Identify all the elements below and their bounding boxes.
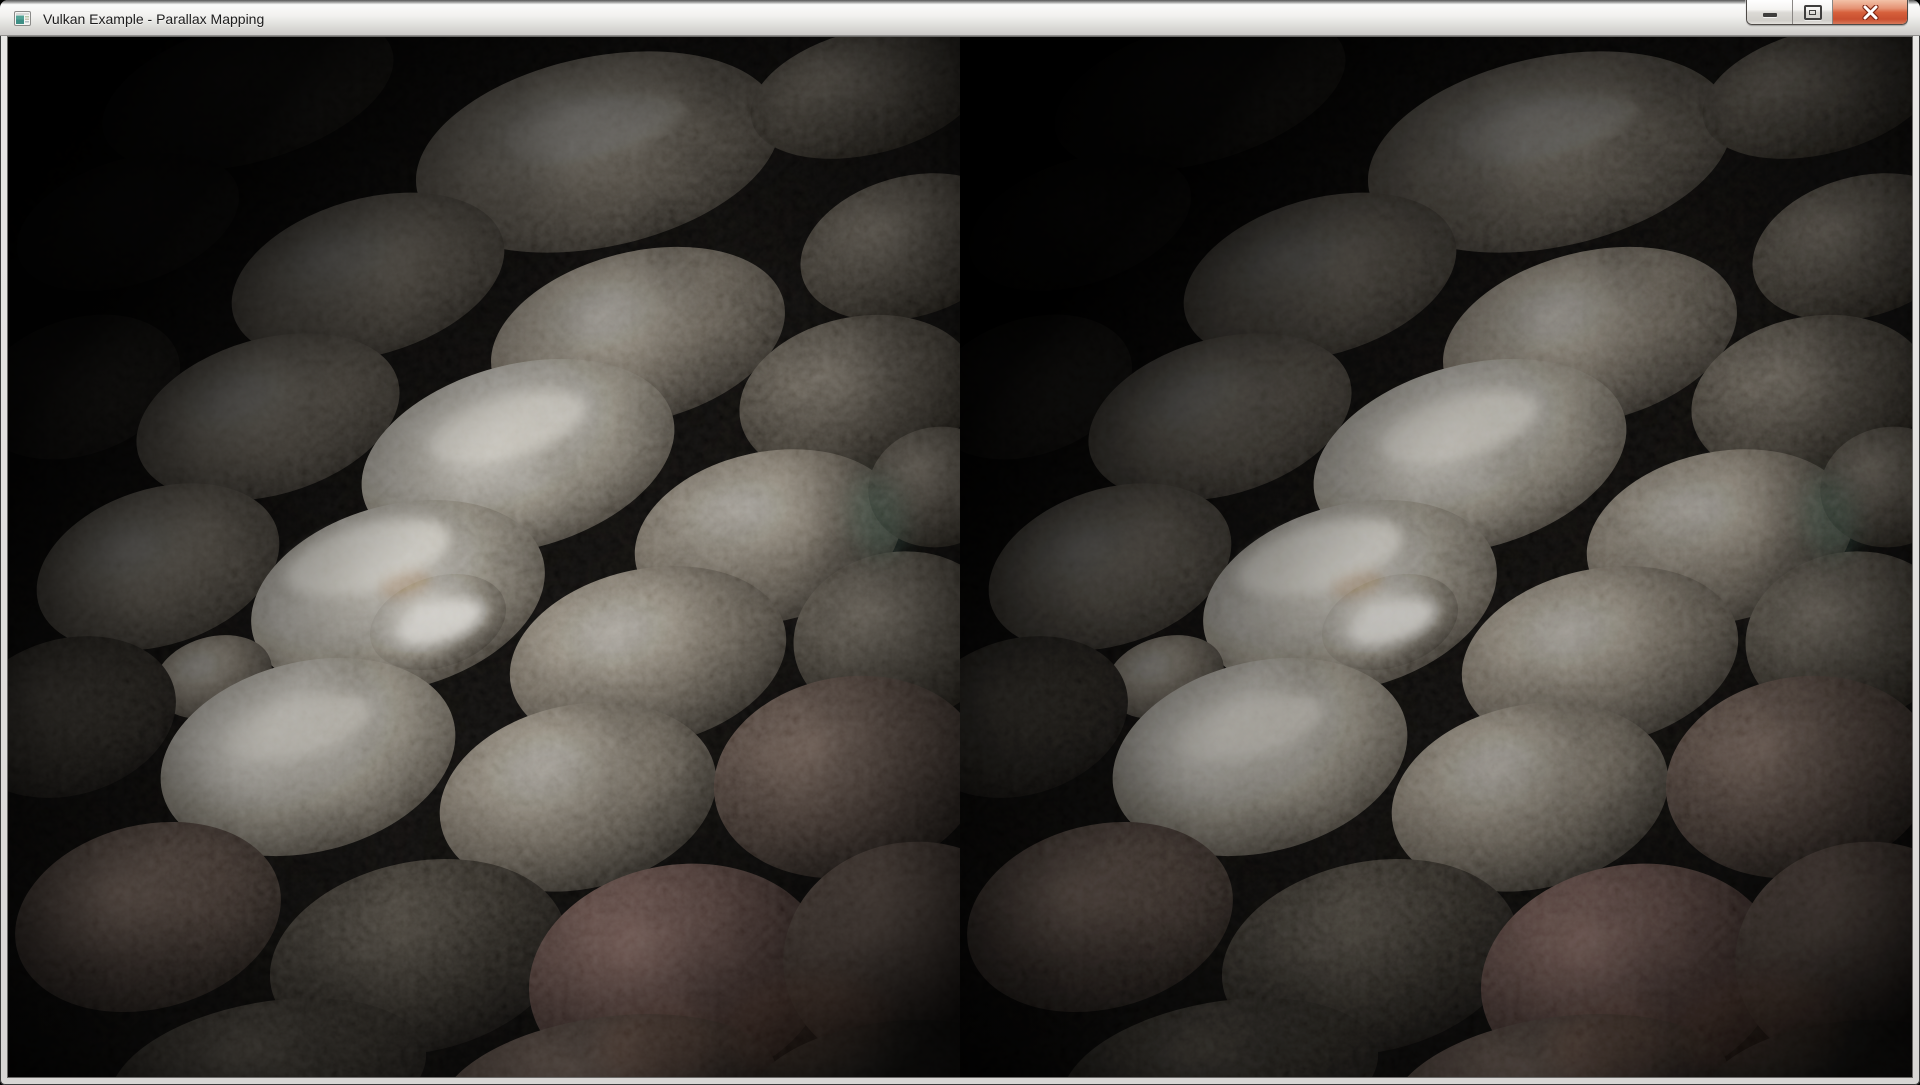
window-title: Vulkan Example - Parallax Mapping	[43, 11, 264, 27]
minimize-icon	[1763, 13, 1777, 17]
minimize-button[interactable]	[1747, 0, 1793, 24]
left-render-pane[interactable]	[8, 37, 960, 1077]
right-render-pane[interactable]	[960, 37, 1912, 1077]
app-window-icon	[14, 11, 31, 26]
maximize-icon	[1804, 5, 1822, 20]
render-viewport	[8, 37, 1912, 1077]
maximize-button[interactable]	[1793, 0, 1833, 24]
vulkan-example-window: Vulkan Example - Parallax Mapping	[0, 0, 1920, 1085]
window-titlebar[interactable]: Vulkan Example - Parallax Mapping	[0, 0, 1920, 36]
window-controls	[1746, 0, 1908, 25]
close-button[interactable]	[1833, 0, 1907, 24]
close-icon	[1862, 5, 1879, 20]
